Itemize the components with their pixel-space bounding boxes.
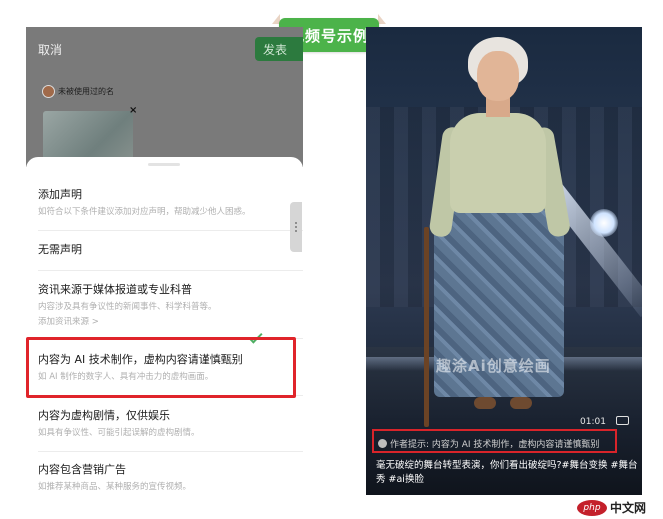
divider [38,451,303,452]
page-root: 视频号示例 取消 发表 未被使用过的名 × 添加声明 如符合以下条件建议添加对应… [0,0,663,519]
video-watermark: 趣涂Ai创意绘画 [436,357,551,375]
handle-dot [295,230,297,232]
blouse [450,113,546,213]
option-no-declaration[interactable]: 无需声明 [38,243,303,257]
author-name: 未被使用过的名 [58,87,114,96]
dimmed-post-editor: 取消 发表 未被使用过的名 × [26,27,303,171]
option-title: 内容为虚构剧情，仅供娱乐 [38,409,170,422]
option-fiction[interactable]: 内容为虚构剧情，仅供娱乐 如具有争议性、可能引起误解的虚构剧情。 [38,409,303,439]
cancel-button[interactable]: 取消 [38,41,62,58]
video-caption: 毫无破绽的舞台转型表演，你们看出破绽吗?#舞台变换 #舞台秀 #ai换脸 [376,460,638,485]
spotlight [590,209,618,237]
divider [38,230,303,231]
add-source-link[interactable]: 添加资讯来源 > [38,316,303,328]
face [477,51,519,101]
option-title: 无需声明 [38,243,82,256]
option-title: 内容包含营销广告 [38,463,126,476]
sheet-drag-handle[interactable] [148,163,180,166]
handle-dot [295,226,297,228]
close-icon[interactable]: × [129,105,137,116]
declaration-sheet: 添加声明 如符合以下条件建议添加对应声明，帮助减少他人困惑。 无需声明 资讯来源… [26,157,303,507]
author-row: 未被使用过的名 [42,85,114,98]
walking-cane [424,227,429,427]
avatar [42,85,55,98]
publish-button[interactable]: 发表 [255,37,303,61]
php-logo-mark: php [577,499,607,516]
option-advertising[interactable]: 内容包含营销广告 如推荐某种商品、某种服务的宣传视频。 [38,463,303,493]
right-shoe [510,397,532,409]
banner-tab-right [378,14,386,24]
highlight-box-ai-option [26,337,296,398]
option-add-declaration: 添加声明 如符合以下条件建议添加对应声明，帮助减少他人困惑。 [38,188,303,218]
handle-dot [295,222,297,224]
divider [38,270,303,271]
option-desc: 如推荐某种商品、某种服务的宣传视频。 [38,482,192,492]
option-title: 资讯来源于媒体报道或专业科普 [38,283,192,296]
site-logo: php 中文网 [577,499,646,516]
video-timestamp: 01:01 [580,417,606,427]
side-scroll-handle[interactable] [290,202,302,252]
video-preview[interactable]: 趣涂Ai创意绘画 01:01 作者提示: 内容为 AI 技术制作，虚构内容请谨慎… [366,27,642,495]
option-desc: 如符合以下条件建议添加对应声明，帮助减少他人困惑。 [38,207,251,217]
option-title: 添加声明 [38,188,82,201]
option-media-source[interactable]: 资讯来源于媒体报道或专业科普 内容涉及具有争议性的新闻事件、科学科普等。 添加资… [38,283,303,328]
ai-warning-text: 作者提示: 内容为 AI 技术制作，虚构内容请谨慎甄别 [390,439,600,450]
fullscreen-icon[interactable] [616,416,629,425]
warning-icon [378,438,387,448]
left-shoe [474,397,496,409]
ai-warning-label: 作者提示: 内容为 AI 技术制作，虚构内容请谨慎甄别 [372,429,617,453]
site-logo-text: 中文网 [610,501,647,515]
option-desc: 内容涉及具有争议性的新闻事件、科学科普等。 [38,302,217,312]
option-desc: 如具有争议性、可能引起误解的虚构剧情。 [38,428,200,438]
declaration-screen: 取消 发表 未被使用过的名 × 添加声明 如符合以下条件建议添加对应声明，帮助减… [26,27,303,507]
